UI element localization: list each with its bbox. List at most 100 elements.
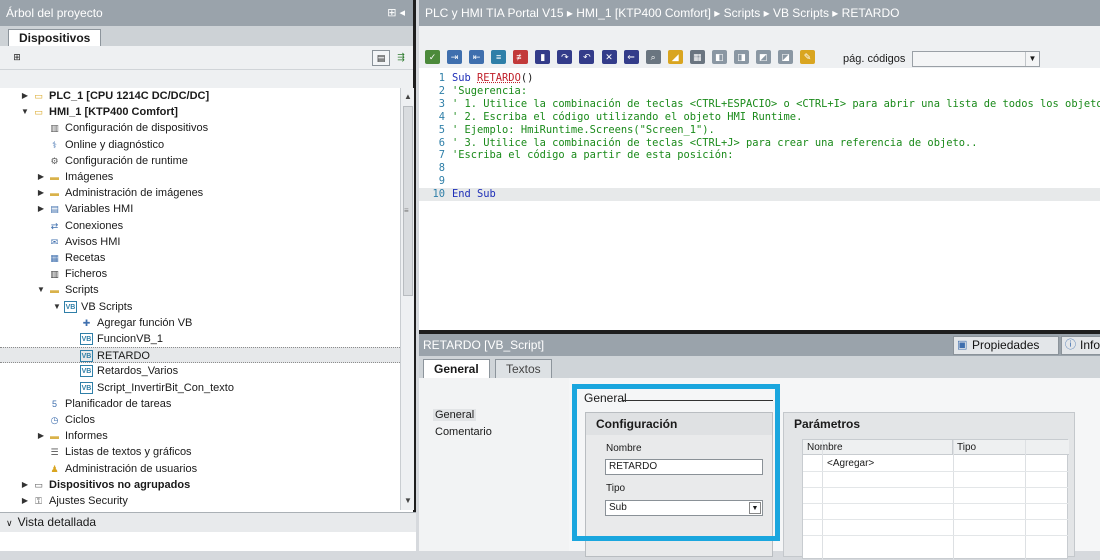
code-line[interactable]: 1 Sub RETARDO()	[419, 72, 1100, 85]
tree-item[interactable]: ⚕ Online y diagnóstico	[0, 137, 400, 153]
insert-system-function-icon[interactable]: ◨	[733, 50, 749, 64]
code-line[interactable]: 5 ' Ejemplo: HmiRuntime.Screens("Screen_1…	[419, 124, 1100, 137]
scroll-up-icon[interactable]: ▲	[402, 90, 414, 104]
code-line[interactable]: 7 'Escriba el código a partir de esta pos…	[419, 149, 1100, 162]
collapse-arrow-icon[interactable]: ▼	[36, 282, 46, 298]
scroll-down-icon[interactable]: ▼	[402, 494, 414, 508]
table-grid-line	[1025, 440, 1026, 560]
tab-general[interactable]: General	[423, 359, 490, 380]
expand-arrow-icon[interactable]: ▶	[36, 201, 46, 217]
prev-bookmark-icon[interactable]: ↶	[579, 50, 595, 64]
bookmark-icon[interactable]: ▮	[535, 50, 551, 64]
download-icon[interactable]: ⇶	[392, 50, 410, 66]
code-page-select[interactable]: ▼	[912, 51, 1040, 67]
expand-arrow-icon[interactable]: ▶	[36, 169, 46, 185]
check-syntax-icon[interactable]: ✓	[425, 50, 440, 64]
replace-icon[interactable]: ◢	[667, 50, 683, 64]
tree-item[interactable]: ▶ ▭ Dispositivos no agrupados	[0, 477, 400, 493]
chevron-down-icon[interactable]: ▼	[1025, 52, 1039, 66]
breadcrumb[interactable]: PLC y HMI TIA Portal V15 ▸ HMI_1 [KTP400…	[425, 6, 899, 20]
tree-item[interactable]: ⇄ Conexiones	[0, 218, 400, 234]
code-text: 'Sugerencia:	[452, 84, 528, 97]
comment-icon[interactable]: ≡	[491, 50, 507, 64]
tab-devices[interactable]: Dispositivos	[8, 29, 102, 47]
detail-view-header[interactable]: ∨ Vista detallada	[0, 512, 416, 532]
highlight-icon[interactable]: ✎	[800, 50, 816, 64]
collapse-arrow-icon[interactable]: ▼	[20, 104, 30, 120]
panel-controls[interactable]: ⊞ ◂	[387, 0, 405, 26]
tree-scrollbar[interactable]: ▲ ≡ ▼	[400, 88, 414, 510]
insert-icon[interactable]: ◧	[711, 50, 727, 64]
tree-item[interactable]: ✚ Agregar función VB	[0, 315, 400, 331]
code-line[interactable]: 10 End Sub	[419, 188, 1100, 202]
column-header-name[interactable]: Nombre	[803, 440, 953, 455]
properties-button[interactable]: ▣ Propiedades	[953, 336, 1059, 355]
overview-icon[interactable]: ▤	[372, 50, 390, 66]
tree-item[interactable]: ▶ ▬ Administración de imágenes	[0, 185, 400, 201]
tree-item[interactable]: ▦ Recetas	[0, 250, 400, 266]
network-view-icon[interactable]: ⊞	[8, 50, 26, 66]
references-icon[interactable]: ◪	[778, 50, 793, 64]
nav-general[interactable]: General	[433, 409, 477, 421]
code-editor[interactable]: 1 Sub RETARDO() 2 'Sugerencia: 3 ' 1. Utilice…	[419, 68, 1100, 330]
code-line[interactable]: 9	[419, 175, 1100, 188]
tree-item[interactable]: VB FuncionVB_1	[0, 331, 400, 347]
logs-icon: ▥	[50, 269, 59, 280]
indent-icon[interactable]: ⇥	[447, 50, 463, 64]
next-bookmark-icon[interactable]: ↷	[557, 50, 573, 64]
tree-item[interactable]: ♟ Administración de usuarios	[0, 461, 400, 477]
tree-item[interactable]: VB Script_InvertirBit_Con_texto	[0, 380, 400, 396]
tree-item-label: Variables HMI	[65, 203, 134, 216]
nav-comment[interactable]: Comentario	[435, 426, 492, 438]
column-header-type[interactable]: Tipo	[953, 440, 1069, 455]
tree-item[interactable]: VB Retardos_Varios	[0, 363, 400, 379]
tree-item[interactable]: ⚙ Configuración de runtime	[0, 153, 400, 169]
expand-arrow-icon[interactable]: ▶	[36, 185, 46, 201]
tree-item[interactable]: ▶ ▭ PLC_1 [CPU 1214C DC/DC/DC]	[0, 88, 400, 104]
code-line[interactable]: 6 ' 3. Utilice la combinación de teclas <…	[419, 137, 1100, 150]
parameters-title: Parámetros	[794, 417, 861, 431]
expand-arrow-icon[interactable]: ▶	[20, 493, 30, 509]
tree-item[interactable]: ▶ ⚿ Ajustes Security	[0, 493, 400, 509]
code-line[interactable]: 4 ' 2. Escriba el código utilizando el ob…	[419, 111, 1100, 124]
tree-item[interactable]: ▼ VB VB Scripts	[0, 299, 400, 315]
tree-item[interactable]: ▥ Ficheros	[0, 266, 400, 282]
tree-item[interactable]: ▥ Configuración de dispositivos	[0, 120, 400, 136]
code-line[interactable]: 3 ' 1. Utilice la combinación de teclas <…	[419, 98, 1100, 111]
tree-item[interactable]: ▼ ▬ Scripts	[0, 282, 400, 298]
tree-item[interactable]: ◷ Ciclos	[0, 412, 400, 428]
code-text: ' 2. Escriba el código utilizando el obj…	[452, 110, 803, 123]
tree-item-label: Ajustes Security	[49, 495, 128, 507]
script-toolbar: ✓ ⇥ ⇤ ≡ ≢ ▮ ↷ ↶ ✕ ⇐ ⌕ ◢ ▦ ◧ ◨ ◩ ◪ ✎ pág.…	[419, 26, 1100, 68]
insert-script-icon[interactable]: ◩	[755, 50, 771, 64]
collapse-arrow-icon[interactable]: ▼	[52, 299, 62, 315]
tree-item[interactable]: ▼ ▭ HMI_1 [KTP400 Comfort]	[0, 104, 400, 120]
expand-arrow-icon[interactable]: ▶	[20, 88, 30, 104]
go-to-icon[interactable]: ⇐	[623, 50, 639, 64]
tree-item[interactable]: ▶ ▬ Imágenes	[0, 169, 400, 185]
hmi-icon: ▭	[34, 107, 43, 118]
tree-item[interactable]: ▶ ▤ Variables HMI	[0, 201, 400, 217]
clear-bookmarks-icon[interactable]: ✕	[601, 50, 617, 64]
tree-item[interactable]: ▶ ▬ Informes	[0, 428, 400, 444]
tab-texts[interactable]: Textos	[495, 359, 552, 379]
scroll-thumb[interactable]	[403, 106, 413, 296]
tree-item[interactable]: VB RETARDO	[0, 347, 400, 364]
add-parameter-row[interactable]: <Agregar>	[823, 456, 874, 471]
tree-item[interactable]: ✉ Avisos HMI	[0, 234, 400, 250]
project-tree-title: Árbol del proyecto	[6, 6, 103, 20]
uncomment-icon[interactable]: ≢	[513, 50, 529, 64]
code-line[interactable]: 2 'Sugerencia:	[419, 85, 1100, 98]
parameters-table[interactable]: Nombre Tipo <Agregar>	[802, 439, 1069, 560]
find-icon[interactable]: ⌕	[645, 50, 661, 64]
expand-arrow-icon[interactable]: ▶	[20, 477, 30, 493]
tree-item[interactable]: ☰ Listas de textos y gráficos	[0, 444, 400, 460]
tree-item[interactable]: 5 Planificador de tareas	[0, 396, 400, 412]
outdent-icon[interactable]: ⇤	[469, 50, 485, 64]
code-line[interactable]: 8	[419, 162, 1100, 175]
project-tree: ▶ ▭ PLC_1 [CPU 1214C DC/DC/DC] ▼ ▭ HMI_1 [KTP…	[0, 88, 400, 510]
line-number: 3	[438, 97, 445, 110]
expand-arrow-icon[interactable]: ▶	[36, 428, 46, 444]
object-list-icon[interactable]: ▦	[689, 50, 705, 64]
info-button[interactable]: ⓘ Info	[1061, 336, 1100, 355]
